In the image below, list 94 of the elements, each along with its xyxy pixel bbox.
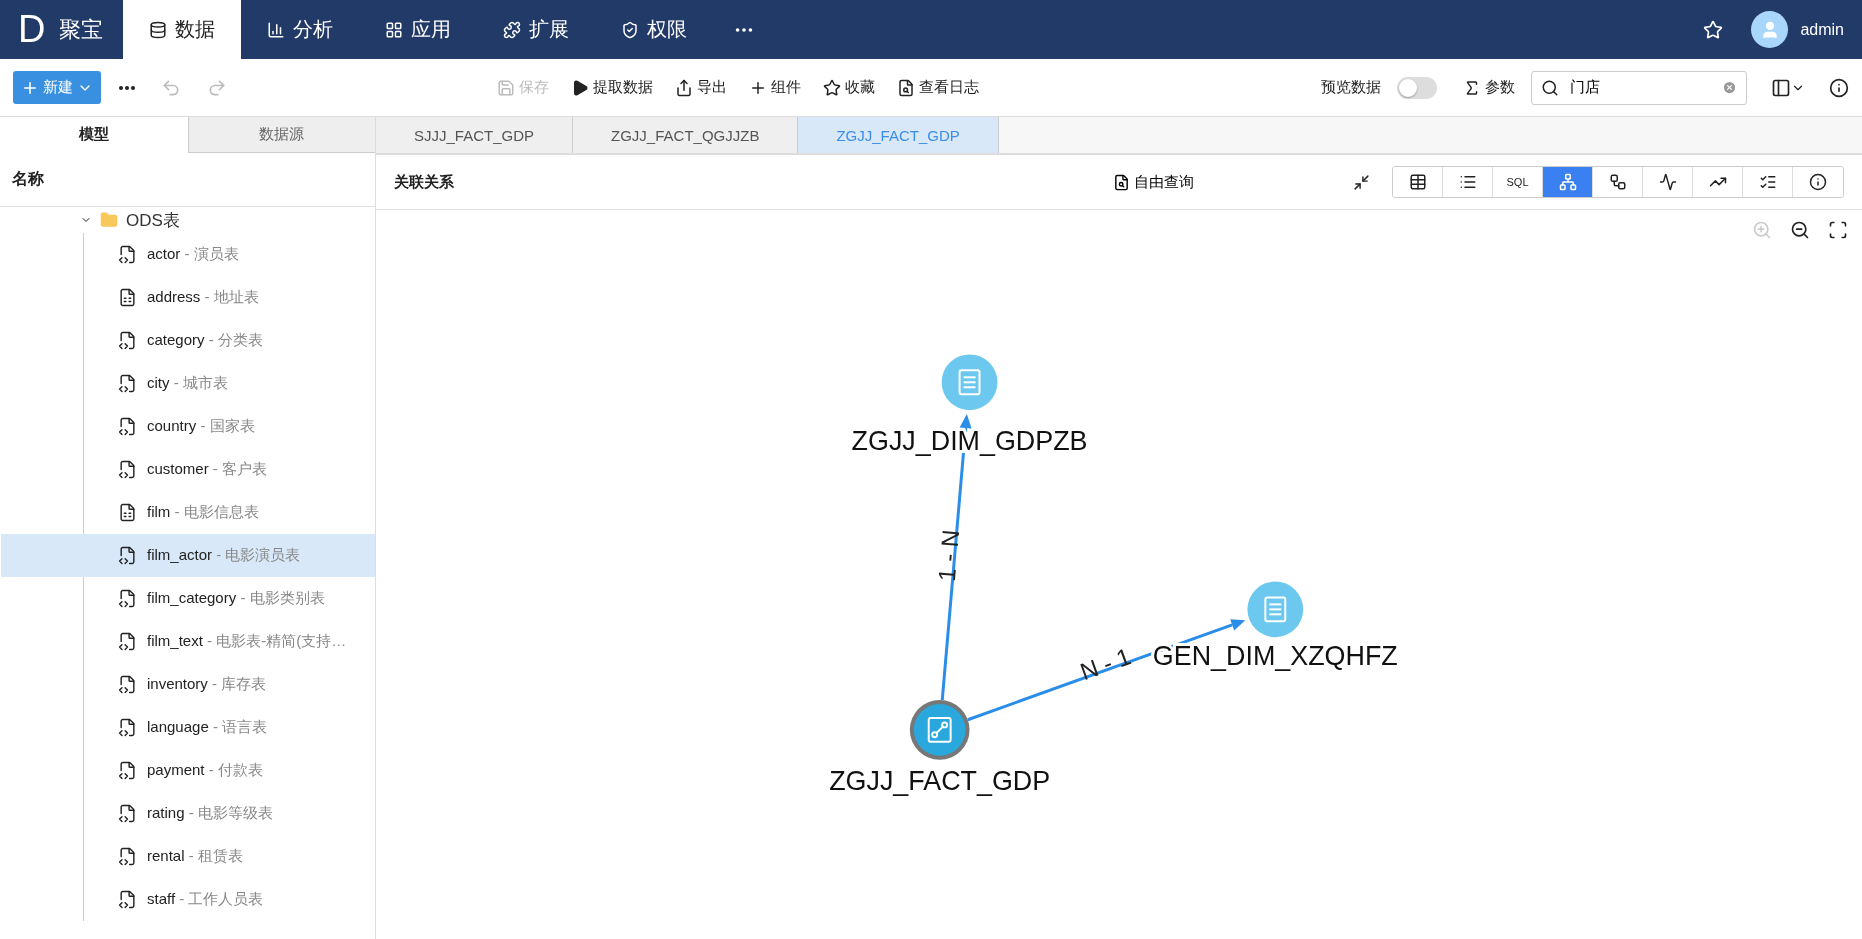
toolbar-button[interactable]: 提取数据 [571, 78, 653, 97]
table-item[interactable]: inventory - 库存表 [1, 663, 375, 706]
table-file-icon [118, 675, 137, 694]
bar-chart-icon [267, 20, 286, 39]
more-icon [119, 85, 135, 90]
table-item[interactable]: language - 语言表 [1, 706, 375, 749]
table-file-icon [118, 890, 137, 909]
preview-toggle[interactable] [1397, 76, 1437, 99]
undo-icon [161, 77, 181, 98]
user-name[interactable]: admin [1800, 20, 1844, 39]
nav-tab[interactable]: 分析 [241, 0, 360, 59]
node-label: ZGJJ_FACT_GDP [829, 765, 1051, 796]
table-file-icon [118, 417, 137, 436]
folder-row[interactable]: ODS表 [0, 207, 375, 233]
table-item[interactable]: payment - 付款表 [1, 749, 375, 792]
user-avatar[interactable] [1751, 11, 1789, 48]
folder-icon [100, 211, 118, 229]
document-tab[interactable]: SJJJ_FACT_GDP [376, 117, 574, 153]
table-item[interactable]: address - 地址表 [1, 276, 375, 319]
database-icon [149, 20, 168, 39]
tree-icon [1608, 173, 1627, 191]
search-icon [1541, 78, 1559, 97]
table-item[interactable]: customer - 客户表 [1, 448, 375, 491]
grid-icon [385, 20, 404, 39]
table-item[interactable]: rental - 租赁表 [1, 835, 375, 878]
table-file-icon [118, 847, 137, 866]
fit-view-icon[interactable] [1828, 220, 1848, 240]
panel-title: 关联关系 [394, 172, 454, 192]
nav-tab[interactable]: 数据 [123, 0, 242, 59]
relation-label: 1 - N [932, 528, 965, 583]
redo-icon [207, 77, 227, 98]
preview-label: 预览数据 [1321, 78, 1381, 97]
play-icon [571, 78, 589, 97]
table-item[interactable]: actor - 演员表 [1, 233, 375, 276]
pulse-icon [1658, 173, 1677, 191]
document-tab[interactable]: ZGJJ_FACT_QGJJZB [573, 117, 799, 153]
star-icon[interactable] [1703, 19, 1724, 40]
table-file-icon [118, 546, 137, 565]
table-file-icon [118, 589, 137, 608]
list-icon [1458, 173, 1477, 191]
check-icon [1758, 173, 1777, 191]
node-label: GEN_DIM_XZQHFZ [1152, 641, 1398, 672]
table-file-icon [118, 804, 137, 823]
log-icon [897, 78, 915, 97]
shield-icon [621, 20, 640, 39]
save-icon [497, 78, 515, 97]
table-item[interactable]: film_actor - 电影演员表 [1, 534, 375, 577]
table-file-icon [118, 761, 137, 780]
table-node[interactable] [909, 700, 970, 760]
info-icon[interactable] [1829, 77, 1849, 98]
nav-tab[interactable]: 权限 [595, 0, 714, 59]
table-item[interactable]: category - 分类表 [1, 319, 375, 362]
table-node[interactable] [941, 354, 998, 411]
toolbar-button[interactable]: 组件 [749, 78, 801, 97]
table-file-icon [118, 718, 137, 737]
params-button[interactable]: 参数 [1463, 78, 1515, 97]
grid-icon [1408, 173, 1427, 191]
graph-view-button[interactable] [1543, 167, 1593, 197]
nav-tab[interactable]: 应用 [359, 0, 478, 59]
free-query-button[interactable]: 自由查询 [1113, 172, 1194, 192]
graph-icon [1558, 173, 1577, 191]
relation-label: N - 1 [1076, 642, 1135, 686]
zoom-out-icon[interactable] [1790, 220, 1810, 240]
collapse-icon[interactable] [1353, 173, 1370, 191]
table-file-icon [118, 288, 137, 307]
table-file-icon [118, 632, 137, 651]
toolbar-button[interactable]: 收藏 [823, 78, 875, 97]
query-icon [1113, 173, 1130, 191]
table-file-icon [118, 245, 137, 264]
export-icon [675, 78, 693, 97]
info-icon [1809, 173, 1827, 191]
table-item[interactable]: city - 城市表 [1, 362, 375, 405]
table-file-icon [118, 374, 137, 393]
star-icon [823, 78, 841, 97]
table-item[interactable]: film_category - 电影类别表 [1, 577, 375, 620]
toolbar-button[interactable]: 查看日志 [897, 78, 979, 97]
toolbar-button[interactable]: 导出 [675, 78, 727, 97]
table-file-icon [118, 331, 137, 350]
search-field[interactable]: 门店 [1531, 70, 1747, 105]
table-file-icon [118, 503, 137, 522]
sidebar-tab[interactable]: 数据源 [187, 117, 375, 153]
table-item[interactable]: rating - 电影等级表 [1, 792, 375, 835]
table-item[interactable]: country - 国家表 [1, 405, 375, 448]
table-item[interactable]: film - 电影信息表 [1, 491, 375, 534]
panel-icon [1771, 77, 1791, 98]
table-node[interactable] [1247, 581, 1304, 638]
grid-view-button[interactable] [1393, 167, 1443, 197]
table-item[interactable]: staff - 工作人员表 [1, 878, 375, 921]
nav-tab[interactable]: 扩展 [477, 0, 596, 59]
app-name: 聚宝 [59, 15, 104, 44]
puzzle-icon [503, 20, 522, 39]
table-item[interactable]: film_text - 电影表-精简(支持… [1, 620, 375, 663]
table-file-icon [118, 460, 137, 479]
app-logo: D [18, 8, 46, 51]
